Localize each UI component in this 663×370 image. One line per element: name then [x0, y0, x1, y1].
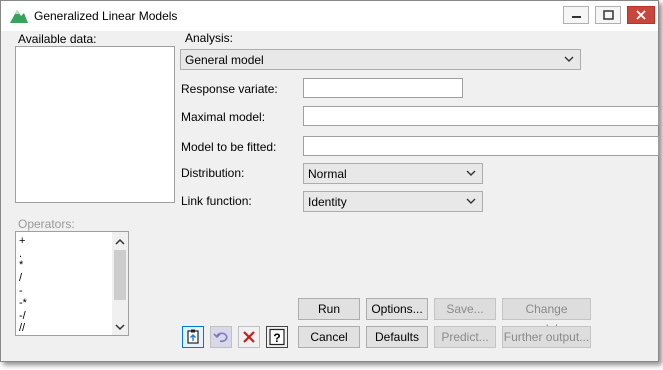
model-to-fit-label: Model to be fitted:: [181, 140, 277, 154]
clear-icon: [243, 331, 255, 343]
operator-item[interactable]: -*: [19, 297, 27, 309]
response-variate-label: Response variate:: [181, 82, 278, 96]
scrollbar-thumb[interactable]: [114, 250, 126, 300]
dialog-window: Generalized Linear Models Available data…: [0, 0, 659, 362]
operator-item[interactable]: +: [19, 235, 25, 247]
save-button[interactable]: Save...: [434, 298, 496, 320]
svg-text:?: ?: [273, 331, 280, 345]
operators-list[interactable]: + . * / - -* -/ //: [15, 231, 129, 336]
window-title: Generalized Linear Models: [34, 9, 178, 23]
close-icon: [636, 10, 646, 20]
available-data-list[interactable]: [15, 46, 175, 203]
distribution-select[interactable]: Normal: [303, 163, 483, 184]
operator-item[interactable]: //: [19, 322, 25, 334]
operator-item[interactable]: *: [19, 259, 23, 271]
change-model-button[interactable]: Change model...: [502, 298, 591, 336]
maximize-button[interactable]: [595, 6, 621, 24]
options-button[interactable]: Options...: [366, 298, 428, 320]
minimize-icon: [572, 16, 581, 18]
chevron-down-icon: [466, 170, 476, 176]
undo-button[interactable]: [210, 326, 232, 348]
defaults-button[interactable]: Defaults: [366, 326, 428, 348]
distribution-label: Distribution:: [181, 166, 245, 180]
clipboard-icon: [187, 329, 199, 344]
predict-button[interactable]: Predict...: [434, 326, 496, 348]
maximize-icon: [603, 10, 614, 20]
distribution-select-value: Normal: [308, 167, 347, 181]
scroll-up-icon[interactable]: [112, 234, 128, 250]
run-button[interactable]: Run: [298, 298, 360, 320]
operator-item[interactable]: -: [19, 285, 23, 297]
app-icon: [10, 10, 28, 23]
maximal-model-input[interactable]: [303, 106, 659, 126]
further-output-button[interactable]: Further output...: [502, 326, 591, 348]
title-bar: Generalized Linear Models: [1, 1, 658, 31]
analysis-select[interactable]: General model: [180, 49, 581, 70]
link-function-label: Link function:: [181, 194, 252, 208]
cancel-button[interactable]: Cancel: [298, 326, 360, 348]
scroll-down-icon[interactable]: [112, 319, 128, 335]
chevron-down-icon: [564, 56, 574, 62]
undo-icon: [213, 332, 228, 343]
link-function-select[interactable]: Identity: [303, 191, 483, 212]
clear-button[interactable]: [238, 326, 260, 348]
analysis-label: Analysis:: [185, 31, 234, 45]
close-button[interactable]: [627, 6, 655, 24]
operators-scrollbar[interactable]: [112, 232, 128, 335]
minimize-button[interactable]: [563, 6, 589, 24]
maximal-model-label: Maximal model:: [181, 110, 266, 124]
available-data-label: Available data:: [18, 32, 97, 46]
operator-item[interactable]: /: [19, 272, 22, 284]
help-button[interactable]: ?: [266, 326, 288, 348]
operator-item[interactable]: -/: [19, 310, 26, 322]
operators-label: Operators:: [18, 217, 75, 231]
model-to-fit-input[interactable]: [303, 136, 659, 156]
response-variate-input[interactable]: [303, 78, 463, 98]
help-icon: ?: [269, 328, 285, 346]
chevron-down-icon: [466, 198, 476, 204]
analysis-select-value: General model: [185, 53, 264, 67]
clipboard-button[interactable]: [182, 326, 204, 348]
link-function-select-value: Identity: [308, 195, 347, 209]
